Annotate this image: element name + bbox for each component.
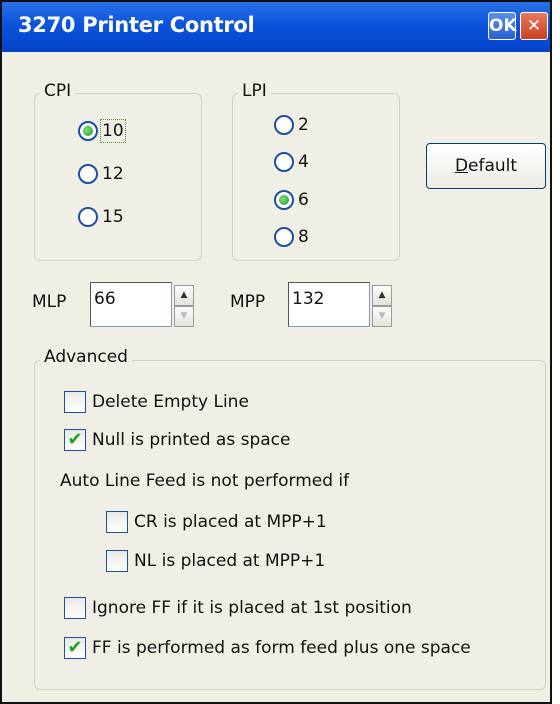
cpi-radio-label: 12 <box>102 164 124 184</box>
radio-icon <box>274 152 294 172</box>
arrow-up-icon: ▲ <box>180 290 188 300</box>
lpi-group <box>232 93 400 261</box>
close-icon: ✕ <box>526 16 542 36</box>
ok-button[interactable]: OK <box>488 12 517 40</box>
window-title: 3270 Printer Control <box>18 13 255 37</box>
radio-icon <box>274 227 294 247</box>
title-bar: 3270 Printer Control OK ✕ <box>2 2 550 52</box>
delete-empty-line-checkbox[interactable]: Delete Empty Line <box>64 391 249 413</box>
null-as-space-label: Null is printed as space <box>92 430 291 450</box>
checkmark-icon: ✔ <box>64 429 86 451</box>
checkbox-icon <box>106 550 128 572</box>
auto-line-feed-note: Auto Line Feed is not performed if <box>60 471 350 491</box>
cr-at-mpp-checkbox[interactable]: CR is placed at MPP+1 <box>106 511 327 533</box>
mpp-field[interactable]: 132 <box>288 282 370 327</box>
mpp-label: MPP <box>230 292 266 312</box>
close-button[interactable]: ✕ <box>520 12 548 40</box>
checkmark-icon: ✔ <box>64 637 86 659</box>
lpi-radio-8[interactable]: 8 <box>274 227 309 247</box>
checkbox-icon <box>64 597 86 619</box>
mpp-spinner[interactable]: ▲ ▼ <box>372 285 392 327</box>
ff-form-feed-checkbox[interactable]: ✔ FF is performed as form feed plus one … <box>64 637 471 659</box>
lpi-radio-6[interactable]: 6 <box>274 190 309 210</box>
mlp-spinner[interactable]: ▲ ▼ <box>174 285 194 327</box>
mlp-label: MLP <box>32 292 67 312</box>
cpi-radio-12[interactable]: 12 <box>78 164 124 184</box>
checkbox-icon <box>64 391 86 413</box>
default-button[interactable]: Default <box>426 143 546 189</box>
checkbox-icon <box>106 511 128 533</box>
lpi-radio-2[interactable]: 2 <box>274 115 309 135</box>
mpp-up-button[interactable]: ▲ <box>372 285 392 306</box>
lpi-radio-label: 2 <box>298 115 309 135</box>
arrow-down-icon: ▼ <box>180 311 188 321</box>
mlp-up-button[interactable]: ▲ <box>174 285 194 306</box>
ignore-ff-label: Ignore FF if it is placed at 1st positio… <box>92 598 412 618</box>
nl-at-mpp-label: NL is placed at MPP+1 <box>134 551 326 571</box>
cr-at-mpp-label: CR is placed at MPP+1 <box>134 512 327 532</box>
mlp-down-button[interactable]: ▼ <box>174 306 194 327</box>
radio-icon <box>274 115 294 135</box>
ff-form-feed-label: FF is performed as form feed plus one sp… <box>92 638 471 658</box>
lpi-radio-label: 6 <box>298 190 309 210</box>
ignore-ff-checkbox[interactable]: Ignore FF if it is placed at 1st positio… <box>64 597 412 619</box>
default-button-label: efault <box>468 156 518 176</box>
lpi-group-label: LPI <box>238 81 271 101</box>
radio-selected-icon <box>78 121 98 141</box>
null-as-space-checkbox[interactable]: ✔ Null is printed as space <box>64 429 290 451</box>
radio-icon <box>78 207 98 227</box>
cpi-radio-15[interactable]: 15 <box>78 207 124 227</box>
arrow-down-icon: ▼ <box>378 311 386 321</box>
lpi-radio-4[interactable]: 4 <box>274 152 309 172</box>
nl-at-mpp-checkbox[interactable]: NL is placed at MPP+1 <box>106 550 325 572</box>
default-button-mnemonic: D <box>454 156 469 176</box>
lpi-radio-label: 4 <box>298 152 309 172</box>
delete-empty-line-label: Delete Empty Line <box>92 392 249 412</box>
mpp-down-button[interactable]: ▼ <box>372 306 392 327</box>
cpi-radio-label: 15 <box>102 207 124 227</box>
lpi-radio-label: 8 <box>298 227 309 247</box>
cpi-radio-label: 10 <box>100 119 126 143</box>
arrow-up-icon: ▲ <box>378 290 386 300</box>
radio-icon <box>78 164 98 184</box>
cpi-radio-10[interactable]: 10 <box>78 119 126 143</box>
radio-selected-icon <box>274 190 294 210</box>
mlp-field[interactable]: 66 <box>90 282 172 327</box>
cpi-group-label: CPI <box>40 81 76 101</box>
advanced-group-label: Advanced <box>40 347 132 367</box>
printer-control-dialog: 3270 Printer Control OK ✕ CPI 10 12 15 L… <box>0 0 552 704</box>
